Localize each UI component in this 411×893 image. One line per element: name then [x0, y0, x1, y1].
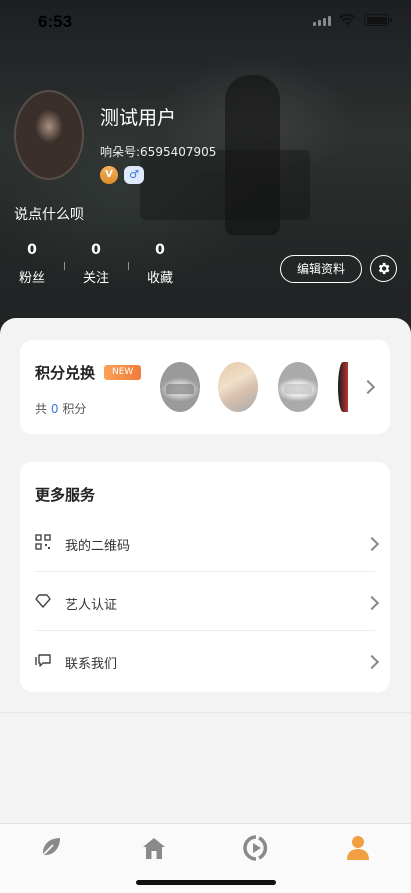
status-time: 6:53 [38, 12, 73, 31]
avatar[interactable] [14, 90, 84, 180]
stat-following[interactable]: 0 关注 [66, 242, 126, 286]
stats-row: 0 粉丝 0 关注 0 收藏 [0, 242, 230, 292]
user-id: 响朵号:6595407905 [100, 145, 217, 159]
user-icon [347, 836, 369, 860]
home-icon [143, 838, 165, 859]
tab-home[interactable] [140, 834, 170, 864]
stat-value: 0 [155, 242, 165, 258]
chevron-right-icon [364, 595, 380, 611]
service-label: 联系我们 [65, 657, 118, 672]
more-services-card: 更多服务 我的二维码 艺人认证 联系我们 [20, 462, 390, 692]
stat-fans[interactable]: 0 粉丝 [2, 242, 62, 286]
product-thumb-phone[interactable] [218, 362, 258, 412]
chevron-right-icon [364, 536, 380, 552]
username: 测试用户 [100, 107, 177, 129]
product-thumb-car[interactable] [160, 362, 200, 412]
points-exchange-card[interactable]: 积分兑换 NEW 共 0 积分 [20, 340, 390, 434]
stat-value: 0 [27, 242, 37, 258]
points-title: 积分兑换 [35, 364, 96, 382]
cellular-icon [313, 14, 331, 26]
service-label: 我的二维码 [65, 539, 131, 554]
chat-icon [35, 654, 51, 667]
tab-play[interactable] [242, 834, 272, 864]
product-thumb-item[interactable] [338, 362, 348, 412]
battery-icon [364, 14, 392, 26]
gender-badge: ♂ [124, 166, 144, 184]
status-bar: 6:53 [0, 0, 411, 44]
service-item-artist-verify[interactable]: 艺人认证 [35, 573, 380, 631]
edit-profile-button[interactable]: 编辑资料 [280, 255, 362, 283]
level-badge: V [100, 166, 118, 184]
badge-row: V ♂ [100, 166, 144, 184]
wifi-icon [339, 14, 356, 26]
gear-icon [378, 262, 390, 275]
diamond-icon [35, 594, 51, 608]
service-item-contact[interactable]: 联系我们 [35, 632, 380, 690]
home-indicator [136, 880, 276, 885]
user-bio[interactable]: 说点什么呗 [14, 204, 84, 224]
product-thumb-car[interactable] [278, 362, 318, 412]
stat-label: 粉丝 [18, 271, 45, 286]
service-item-qrcode[interactable]: 我的二维码 [35, 514, 380, 572]
chevron-right-icon [360, 379, 376, 395]
tab-discover[interactable] [38, 834, 68, 864]
leaf-icon [42, 838, 60, 856]
stat-label: 收藏 [146, 271, 173, 286]
play-icon [243, 835, 268, 861]
service-label: 艺人认证 [65, 598, 118, 613]
points-total: 共 0 积分 [35, 402, 87, 416]
points-value: 0 [50, 402, 59, 416]
bottom-tab-bar [0, 823, 411, 893]
qrcode-icon [35, 534, 51, 550]
settings-button[interactable] [370, 255, 397, 282]
new-badge: NEW [104, 365, 142, 380]
chevron-right-icon [364, 654, 380, 670]
stat-favorites[interactable]: 0 收藏 [130, 242, 190, 286]
services-title: 更多服务 [35, 486, 96, 504]
stat-label: 关注 [82, 271, 109, 286]
tab-mine[interactable] [345, 834, 375, 864]
stat-value: 0 [91, 242, 101, 258]
